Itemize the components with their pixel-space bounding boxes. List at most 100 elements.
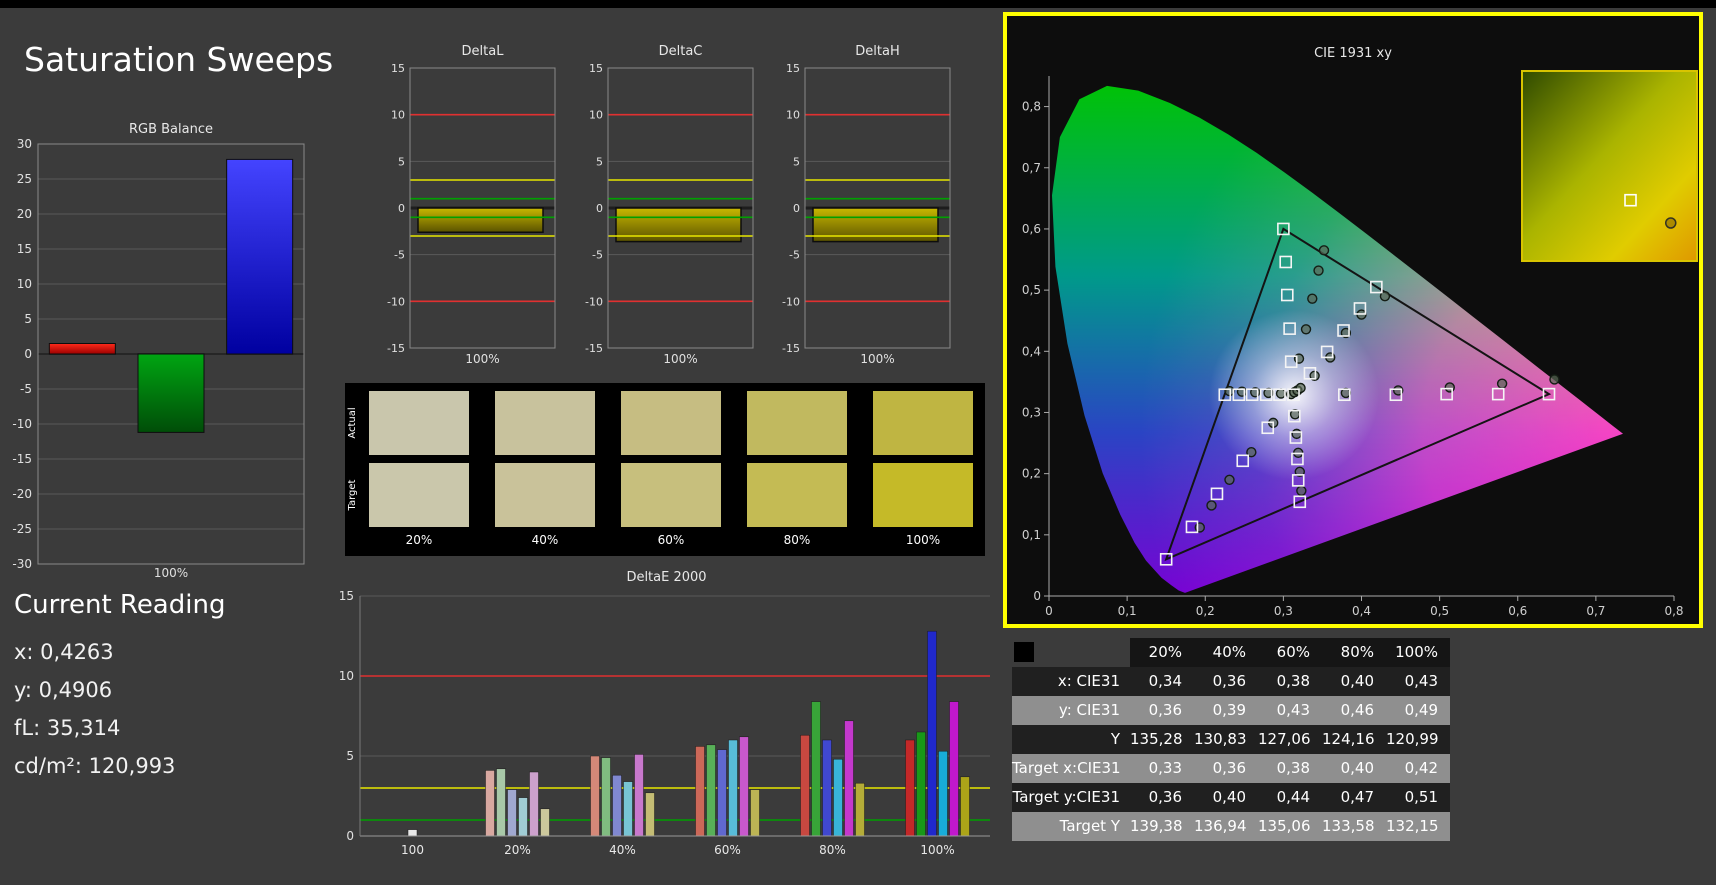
cie-measured-marker: [1307, 293, 1318, 304]
table-cell: 0,36: [1148, 701, 1182, 719]
x-tick-label: 0,3: [1274, 604, 1293, 618]
table-cell: 135,06: [1258, 817, 1311, 835]
y-tick-label: 15: [786, 62, 800, 75]
deltae-bar: [833, 758, 843, 837]
swatch-pct-label: 60%: [657, 533, 685, 547]
deltae-bar: [717, 749, 727, 837]
table-cell: 136,94: [1194, 817, 1247, 835]
table-row-label: y: CIE31: [1058, 701, 1120, 719]
deltae-bar: [496, 768, 506, 837]
deltah-svg: -15 -10 -5 0 5 10 15: [782, 62, 951, 355]
deltae-bar: [612, 774, 622, 837]
table-cell: 0,33: [1148, 759, 1182, 777]
y-tick-label: -15: [387, 342, 405, 355]
table-cell: 139,38: [1130, 817, 1183, 835]
y-tick-label: 10: [589, 109, 603, 122]
cie-measured-marker: [1549, 374, 1560, 385]
deltae-bar: [855, 782, 865, 837]
y-tick-label: 10: [17, 277, 32, 291]
y-tick-label: 0,2: [1022, 467, 1041, 481]
deltae2000-svg: 0 5 10 15 100 20% 40% 60% 80% 100%: [339, 589, 990, 857]
table-header-cells: 20% 40% 60% 80% 100%: [1130, 638, 1450, 667]
rgb-balance-xlabel: 100%: [153, 566, 189, 580]
table-row-label: Target Y: [1059, 817, 1120, 835]
swatch-actual-20%: [369, 391, 469, 455]
deltae-bar: [518, 797, 528, 837]
y-tick-label: -15: [782, 342, 800, 355]
x-tick-label: 0,6: [1508, 604, 1527, 618]
deltaL-title: DeltaL: [461, 44, 504, 59]
table-cell: 0,44: [1276, 788, 1310, 806]
table-corner-square: [1014, 642, 1034, 662]
y-tick-label: 0,4: [1022, 344, 1041, 358]
y-tick-label: 10: [786, 109, 800, 122]
reading-x: x: 0,4263: [14, 640, 114, 664]
x-tick-label: 60%: [714, 843, 741, 857]
y-tick-label: -5: [789, 249, 800, 262]
swatch-compare-panel: Actual Target 20% 40% 60% 80% 100%: [345, 383, 985, 556]
table-row: Y 135,28 130,83 127,06 124,16 120,99: [1012, 725, 1450, 754]
deltae-bar: [590, 755, 600, 837]
deltae-bar: [728, 739, 738, 837]
table-cell: 0,51: [1404, 788, 1438, 806]
deltaL-xlabel: 100%: [465, 352, 500, 366]
cie-inset: [1521, 70, 1698, 262]
y-tick-label: 15: [589, 62, 603, 75]
x-tick-label: 0: [1045, 604, 1053, 618]
deltae-bar: [634, 754, 644, 837]
deltaC-title: DeltaC: [658, 44, 703, 59]
cie-svg: 0 0,1 0,2 0,3 0,4 0,5 0,6 0,7 0,8 0 0,1 0,2 0,3 0,4 0,…: [1022, 70, 1698, 618]
swatch-target-20%: [369, 463, 469, 527]
y-tick-label: 0: [346, 829, 354, 843]
y-tick-label: -15: [12, 452, 32, 466]
window-top-edge: [0, 0, 1716, 8]
table-cell: 0,43: [1404, 672, 1438, 690]
rgb-balance-chart: -30 -25 -20 -15 -10 -5 0 5 10 15 20 25 30: [4, 137, 314, 574]
y-tick-label: -5: [20, 382, 32, 396]
table-cell: 132,15: [1386, 817, 1439, 835]
deltae-bar: [623, 781, 633, 837]
deltaH-chart: -15 -10 -5 0 5 10 15: [775, 60, 955, 359]
app-root: Saturation Sweeps RGB Balance -30 -25 -20-…: [0, 0, 1716, 885]
deltae-bar: [601, 757, 611, 837]
x-tick-label: 0,7: [1586, 604, 1605, 618]
x-tick-label: 0,2: [1196, 604, 1215, 618]
y-tick-label: -10: [12, 417, 32, 431]
table-cell: 135,28: [1130, 730, 1183, 748]
x-tick-label: 100%: [920, 843, 954, 857]
delta-bar: [417, 207, 544, 234]
swatch-actual-100%: [873, 391, 973, 455]
swatch-target-40%: [495, 463, 595, 527]
deltae-bar: [916, 731, 926, 837]
cie-measured-marker: [1496, 378, 1508, 389]
y-tick-label: 25: [17, 172, 32, 186]
table-row-label: Target x:CIE31: [1012, 759, 1121, 777]
deltae-bar: [540, 808, 550, 837]
table-cell: 0,34: [1148, 672, 1182, 690]
deltae-bar: [750, 789, 760, 837]
deltae-bar: [695, 746, 705, 837]
table-column-header: 80%: [1340, 643, 1374, 661]
table-row-label: Y: [1110, 730, 1120, 748]
deltae-bar: [927, 630, 937, 837]
deltae-bar: [905, 739, 915, 837]
page-title: Saturation Sweeps: [24, 40, 334, 79]
y-tick-label: 0: [398, 202, 405, 215]
rgb-bar-blue: [226, 158, 294, 355]
cie-measured-marker: [1206, 500, 1217, 511]
cie-measured-marker: [1194, 522, 1205, 533]
y-tick-label: 0: [24, 347, 32, 361]
swatch-pct-label: 100%: [905, 533, 941, 547]
measurement-table: 20% 40% 60% 80% 100% x: CIE31 0,34 0,36 0,38 0,40…: [1012, 638, 1450, 841]
y-tick-label: 0,6: [1022, 222, 1041, 236]
cie-chart: 0 0,1 0,2 0,3 0,4 0,5 0,6 0,7 0,8 0 0,1 0,2 0,3 0,4 0,…: [1007, 16, 1699, 628]
table-header-corner: [1012, 638, 1130, 667]
y-tick-label: -20: [12, 487, 32, 501]
y-tick-label: 5: [346, 749, 354, 763]
deltae-bar: [938, 750, 948, 837]
cie-1931-panel: CIE 1931 xy 0 0,1 0,2 0,3 0,4 0,5 0,6 0,7 0,8 0 0,…: [1003, 12, 1703, 628]
y-tick-label: -30: [12, 557, 32, 570]
deltae-bar: [800, 734, 810, 837]
table-row: y: CIE31 0,36 0,39 0,43 0,46 0,49: [1012, 696, 1450, 725]
y-tick-label: -5: [394, 249, 405, 262]
